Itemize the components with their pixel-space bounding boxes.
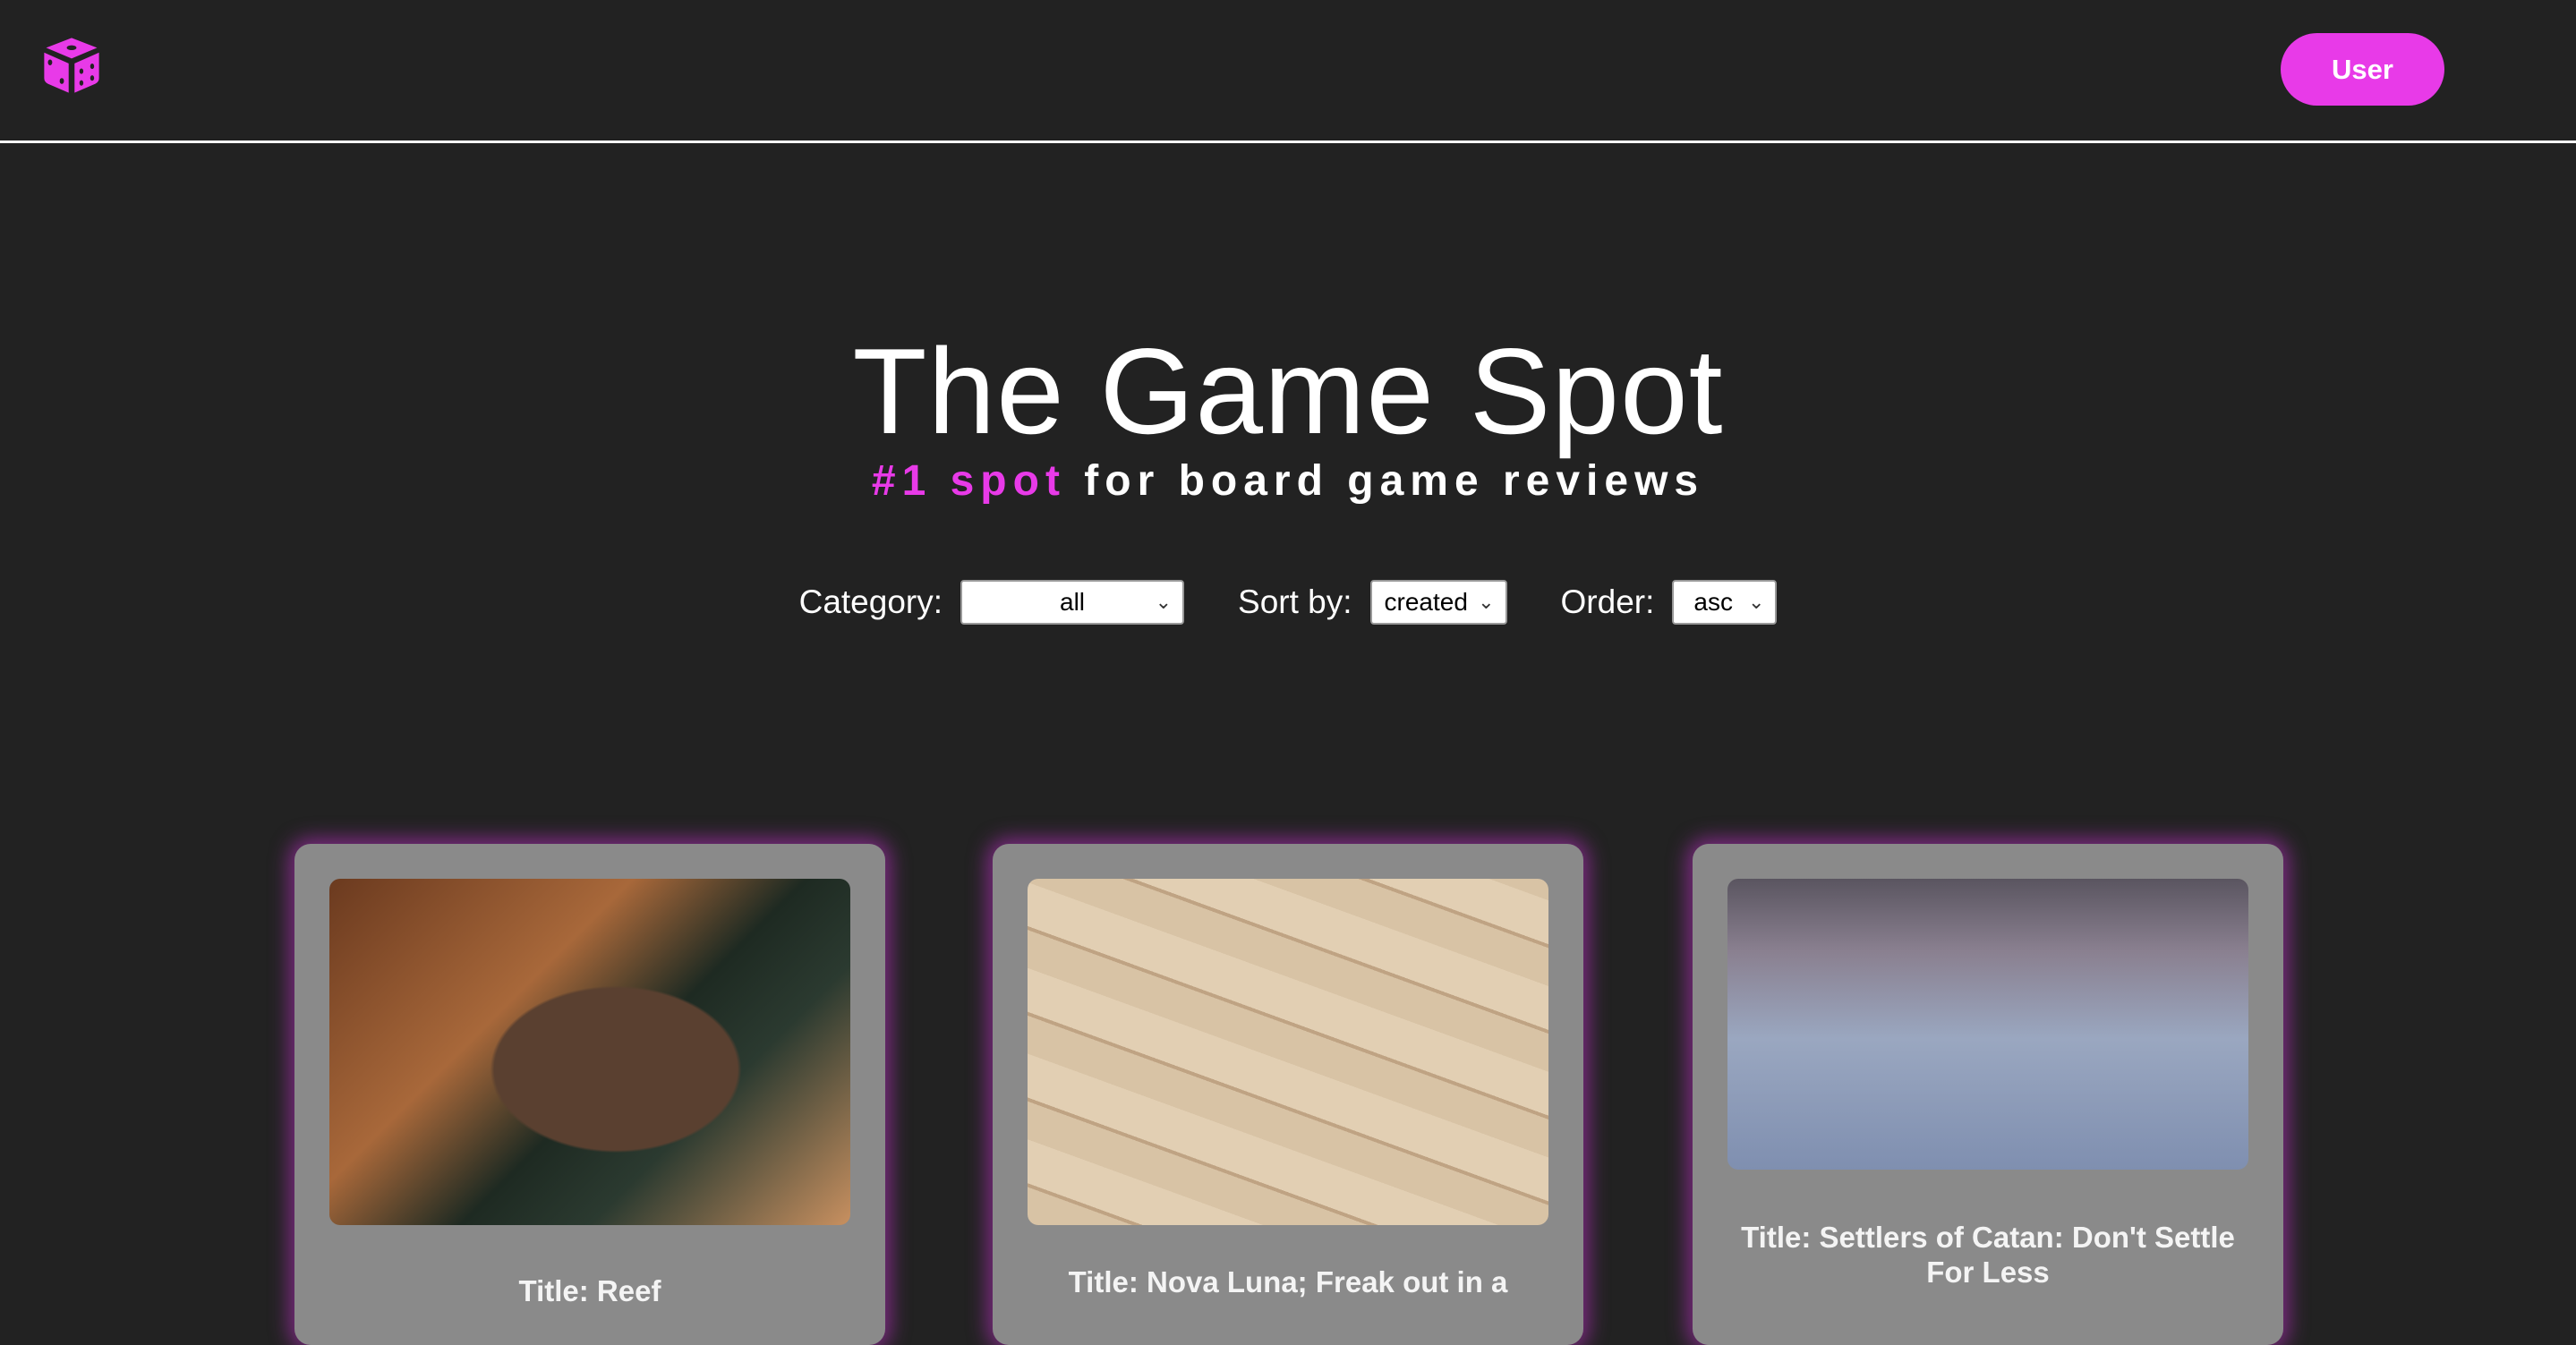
review-card[interactable]: Title: Settlers of Catan: Don't Settle F… bbox=[1693, 844, 2283, 1345]
top-nav: User bbox=[0, 0, 2576, 143]
category-value: all bbox=[1060, 588, 1086, 616]
review-title: Title: Settlers of Catan: Don't Settle F… bbox=[1741, 1221, 2235, 1289]
sort-by-select[interactable]: created ⌄ bbox=[1369, 580, 1507, 625]
page-title: The Game Spot bbox=[852, 323, 1724, 459]
review-image bbox=[1727, 879, 2248, 1170]
chevron-down-icon: ⌄ bbox=[1478, 591, 1495, 613]
filter-bar: Category: all ⌄ Sort by: created ⌄ Order: … bbox=[0, 580, 2576, 625]
chevron-down-icon: ⌄ bbox=[1747, 591, 1765, 613]
review-image bbox=[1028, 879, 1548, 1225]
chevron-down-icon: ⌄ bbox=[1155, 591, 1173, 613]
order-select[interactable]: asc ⌄ bbox=[1672, 580, 1778, 625]
review-card[interactable]: Title: Reef bbox=[294, 844, 885, 1345]
order-label: Order: bbox=[1560, 583, 1655, 620]
dice-logo-icon[interactable] bbox=[39, 34, 104, 97]
sort-by-label: Sort by: bbox=[1238, 583, 1352, 620]
review-card[interactable]: Title: Nova Luna; Freak out in a bbox=[993, 844, 1583, 1345]
order-value: asc bbox=[1693, 588, 1733, 616]
page-subtitle: #1 spot for board game reviews bbox=[0, 456, 2576, 506]
sort-by-value: created bbox=[1384, 588, 1468, 616]
review-image bbox=[329, 879, 850, 1225]
user-button[interactable]: User bbox=[2281, 33, 2444, 106]
category-select[interactable]: all ⌄ bbox=[960, 580, 1185, 625]
subtitle-rest: for board game reviews bbox=[1065, 457, 1705, 505]
review-title: Title: Reef bbox=[518, 1274, 661, 1307]
subtitle-accent: #1 spot bbox=[871, 457, 1066, 505]
category-label: Category: bbox=[798, 583, 943, 620]
review-title: Title: Nova Luna; Freak out in a bbox=[1068, 1265, 1508, 1298]
